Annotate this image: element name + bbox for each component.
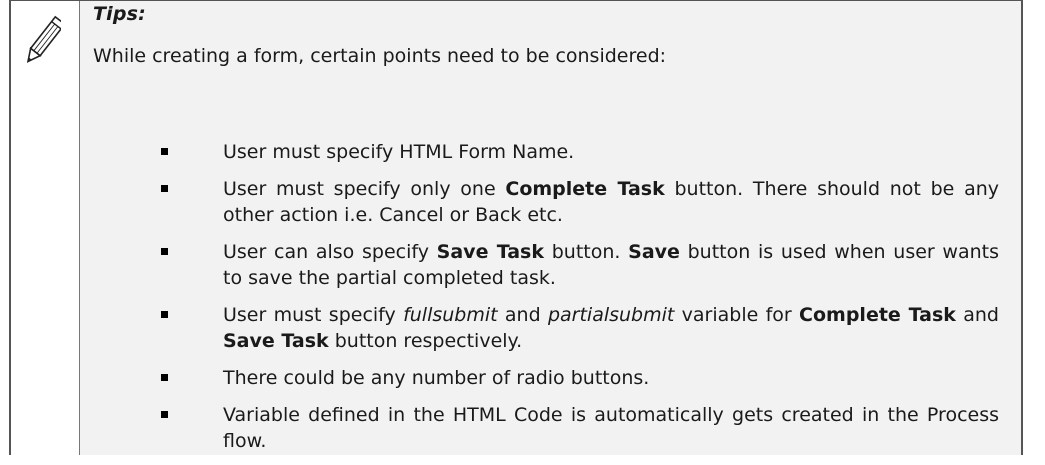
tips-list: User must specify HTML Form Name. User mu… <box>80 139 1021 465</box>
tip-list-item: There could be any number of radio butto… <box>80 365 1021 391</box>
tip-list-item: User must specify fullsubmit and partial… <box>80 302 1021 354</box>
tip-text-segment: and <box>497 304 548 326</box>
bullet-icon <box>161 248 168 255</box>
bullet-icon <box>161 185 168 192</box>
tip-text-segment: Complete Task <box>799 304 956 326</box>
tip-box: Tips: While creating a form, certain poi… <box>9 0 1023 455</box>
tips-intro: While creating a form, certain points ne… <box>93 45 667 67</box>
tip-content: Tips: While creating a form, certain poi… <box>80 1 1021 455</box>
tip-text-segment: button respectively. <box>328 330 523 352</box>
tips-title: Tips: <box>93 3 146 25</box>
tip-text-segment: fullsubmit <box>403 304 498 326</box>
bullet-icon <box>161 374 168 381</box>
pencil-icon <box>27 15 61 63</box>
tip-text-segment: Variable defined in the HTML Code is aut… <box>223 404 999 452</box>
tip-text-segment: User must specify HTML Form Name. <box>223 141 575 163</box>
tip-list-item: User must specify HTML Form Name. <box>80 139 1021 165</box>
tip-text-segment: User can also specify <box>223 241 437 263</box>
tip-icon-column <box>11 1 80 455</box>
tip-text-segment: partialsubmit <box>547 304 675 326</box>
tip-text-segment: Save <box>628 241 680 263</box>
tip-text-segment: User must specify only one <box>223 178 506 200</box>
tip-text-segment: Complete Task <box>505 178 665 200</box>
tip-text-segment: User must specify <box>223 304 404 326</box>
tip-text-segment: button. <box>544 241 629 263</box>
tip-list-item: Variable defined in the HTML Code is aut… <box>80 402 1021 454</box>
bullet-icon <box>161 411 168 418</box>
tip-text-segment: Save Task <box>223 330 329 352</box>
tip-list-item: User must specify only one Complete Task… <box>80 176 1021 228</box>
tip-list-item: User can also specify Save Task button. … <box>80 239 1021 291</box>
tip-text-segment: Save Task <box>436 241 545 263</box>
tip-text-segment: variable for <box>674 304 800 326</box>
tip-text-segment: and <box>955 304 999 326</box>
tip-text-segment: There could be any number of radio butto… <box>223 367 650 389</box>
bullet-icon <box>161 148 168 155</box>
bullet-icon <box>161 311 168 318</box>
